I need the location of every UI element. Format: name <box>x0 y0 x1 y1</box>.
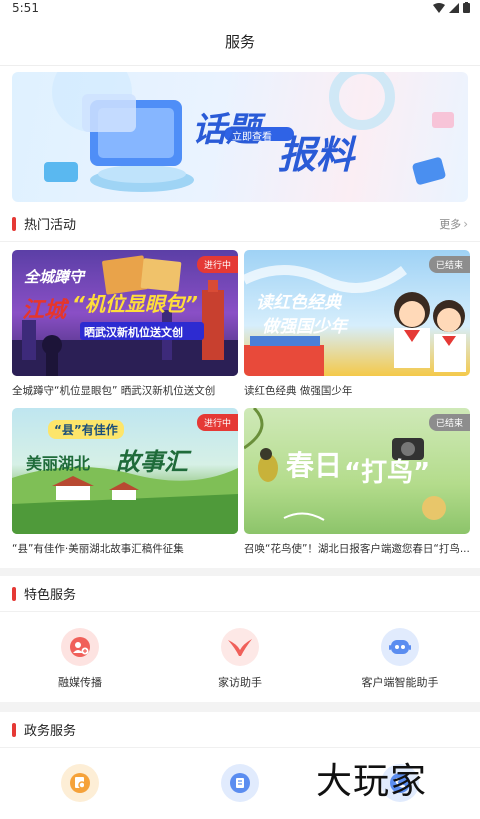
activity-art-text: 全城蹲守 <box>24 268 85 286</box>
gov-services-title: 政务服务 <box>24 724 77 739</box>
robot-assistant-icon <box>381 628 419 666</box>
activity-art-text: “打鸟” <box>344 458 431 488</box>
service-label: 客户端智能助手 <box>361 676 439 689</box>
activity-title: 召唤“花鸟使”！湖北日报客户端邀您春日“打鸟... <box>244 543 470 555</box>
activity-title: 读红色经典 做强国少年 <box>244 385 353 397</box>
signal-icon <box>449 2 459 13</box>
status-badge: 进行中 <box>196 414 238 431</box>
activity-art-text: “县”有佳作 <box>48 420 124 439</box>
media-broadcast-icon <box>61 628 99 666</box>
section-accent-bar <box>12 722 16 737</box>
activity-card[interactable]: 全城蹲守 江城 “机位显眼包” 晒武汉新机位送文创 进行中 全城蹲守“机位显眼包… <box>12 250 238 398</box>
service-label: 融媒传播 <box>58 676 102 689</box>
status-badge: 进行中 <box>196 256 238 273</box>
activity-grid: 全城蹲守 江城 “机位显眼包” 晒武汉新机位送文创 进行中 全城蹲守“机位显眼包… <box>0 242 480 568</box>
status-badge: 已结束 <box>428 414 470 431</box>
activity-title: 全城蹲守“机位显眼包” 晒武汉新机位送文创 <box>12 385 216 397</box>
more-link[interactable]: 更多 › <box>439 216 468 232</box>
service-media-broadcast[interactable]: 融媒传播 <box>0 628 160 704</box>
hot-activities-title: 热门活动 <box>24 218 77 233</box>
banner-section: 话题 报料 立即查看 <box>0 66 480 206</box>
activity-card[interactable]: “县”有佳作 美丽湖北 故事汇 进行中 “县”有佳作·美丽湖北故事汇稿件征集 <box>12 408 238 556</box>
status-bar: 5:51 <box>0 0 480 18</box>
section-accent-bar <box>12 586 16 601</box>
status-badge: 已结束 <box>428 256 470 273</box>
swallow-bird-icon <box>221 628 259 666</box>
activity-art-text: 故事汇 <box>116 448 188 476</box>
special-services-title: 特色服务 <box>24 588 77 603</box>
gov-service-item[interactable] <box>160 764 320 819</box>
activity-art-text: 晒武汉新机位送文创 <box>84 326 183 339</box>
more-link-label: 更多 <box>439 217 462 231</box>
gov-service-item[interactable] <box>0 764 160 819</box>
activity-card[interactable]: 春日 “打鸟” 已结束 召唤“花鸟使”！湖北日报客户端邀您春日“打鸟... <box>244 408 470 556</box>
section-accent-bar <box>12 216 16 231</box>
topic-report-banner[interactable]: 话题 报料 立即查看 <box>12 72 468 202</box>
badge-document-icon <box>221 764 259 802</box>
activity-art-text: 美丽湖北 <box>26 454 91 473</box>
activity-title: “县”有佳作·美丽湖北故事汇稿件征集 <box>12 543 184 555</box>
activity-image: “县”有佳作 美丽湖北 故事汇 进行中 <box>12 408 238 534</box>
page-title: 服务 <box>224 33 255 51</box>
activity-image: 春日 “打鸟” 已结束 <box>244 408 470 534</box>
document-search-icon <box>61 764 99 802</box>
activity-art-text: 读红色经典 <box>256 293 341 313</box>
activity-art-text: 做强国少年 <box>262 317 347 337</box>
activity-art-text: 春日 <box>286 449 343 482</box>
banner-cta: 立即查看 <box>232 132 272 143</box>
activity-image: 全城蹲守 江城 “机位显眼包” 晒武汉新机位送文创 进行中 <box>12 250 238 376</box>
activity-card[interactable]: 读红色经典 做强国少年 已结束 读红色经典 做强国少年 <box>244 250 470 398</box>
watermark-text: 大玩家 <box>316 761 428 802</box>
service-label: 家访助手 <box>218 676 262 689</box>
status-time: 5:51 <box>12 1 39 15</box>
banner-headline-2: 报料 <box>278 133 355 177</box>
wifi-icon <box>433 2 445 13</box>
activity-art-text: 江城 <box>22 298 67 323</box>
hot-activities-header: 热门活动 更多 › <box>0 206 480 242</box>
special-services-row: 融媒传播 家访助手 客户端智能助手 <box>0 612 480 704</box>
service-smart-assistant[interactable]: 客户端智能助手 <box>320 628 480 704</box>
service-home-visit[interactable]: 家访助手 <box>160 628 320 704</box>
banner-headline-1: 话题 <box>192 110 260 150</box>
activity-art-text: “机位显眼包” <box>72 292 198 316</box>
activity-image: 读红色经典 做强国少年 已结束 <box>244 250 470 376</box>
chevron-right-icon: › <box>463 216 468 231</box>
status-icons <box>433 2 470 13</box>
special-services-section: 特色服务 融媒传播 家访助手 客户端智能助手 <box>0 576 480 702</box>
battery-icon <box>463 2 470 13</box>
nav-bar: 服务 <box>0 18 480 66</box>
